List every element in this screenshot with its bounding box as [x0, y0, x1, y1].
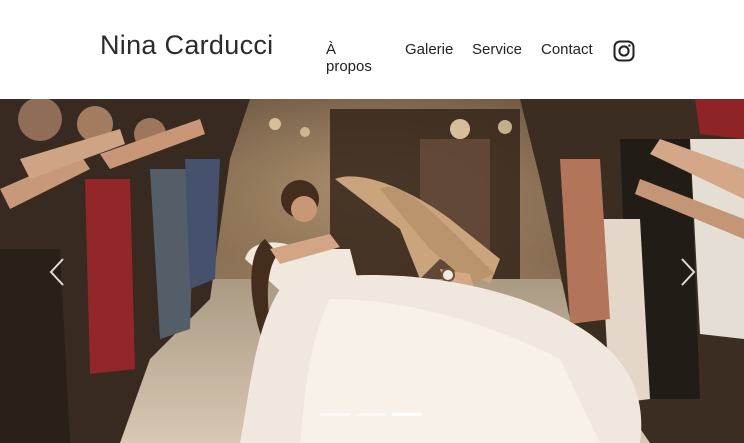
- nav-link-apropos[interactable]: À propos: [326, 41, 372, 75]
- chevron-right-icon[interactable]: [679, 257, 697, 287]
- wedding-photo: [0, 99, 744, 443]
- site-header: Nina Carducci À propos Galerie Service C…: [0, 0, 744, 99]
- instagram-icon[interactable]: [613, 40, 635, 62]
- hero-carousel: [0, 99, 744, 443]
- chevron-left-icon[interactable]: [48, 257, 66, 287]
- carousel-indicator[interactable]: [320, 413, 350, 416]
- nav-link-contact[interactable]: Contact: [541, 41, 593, 58]
- carousel-indicator[interactable]: [356, 413, 386, 416]
- nav-link-service[interactable]: Service: [472, 41, 522, 58]
- nav-link-galerie[interactable]: Galerie: [405, 41, 453, 58]
- site-title[interactable]: Nina Carducci: [100, 30, 273, 61]
- carousel-indicator[interactable]: [392, 413, 422, 416]
- carousel-indicators: [320, 413, 424, 417]
